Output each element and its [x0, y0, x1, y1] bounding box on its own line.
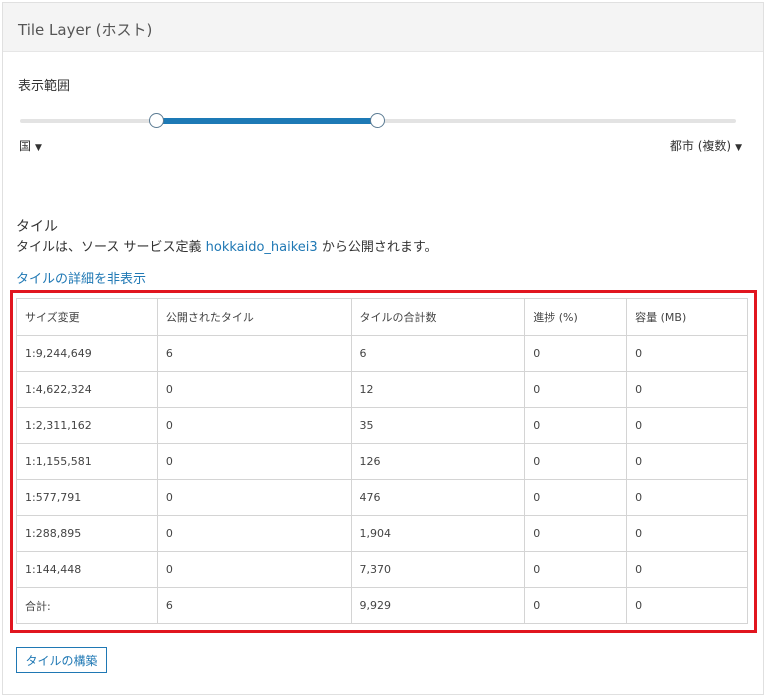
cell-progress: 0 [524, 515, 628, 552]
max-scale-dropdown[interactable]: 都市 (複数) ▼ [670, 137, 742, 154]
cell-scale: 1:2,311,162 [16, 407, 158, 444]
service-definition-link[interactable]: hokkaido_haikei3 [206, 240, 318, 255]
cell-size: 0 [626, 443, 748, 480]
cell-scale: 合計: [16, 587, 158, 624]
table-row: 1:4,622,324 0 12 0 0 [16, 371, 748, 408]
cell-total: 7,370 [350, 551, 526, 588]
cell-scale: 1:9,244,649 [16, 335, 158, 372]
min-scale-label: 国 [19, 139, 32, 153]
panel-title: Tile Layer (ホスト) [18, 21, 153, 39]
cell-total: 1,904 [350, 515, 526, 552]
column-header-scale: サイズ変更 [16, 298, 158, 336]
table-total-row: 合計: 6 9,929 0 0 [16, 587, 748, 624]
tiles-description-prefix: タイルは、ソース サービス定義 [16, 240, 206, 255]
cell-progress: 0 [524, 479, 628, 516]
cell-scale: 1:144,448 [16, 551, 158, 588]
cell-size: 0 [626, 515, 748, 552]
cell-total: 126 [350, 443, 526, 480]
cell-size: 0 [626, 587, 748, 624]
cell-size: 0 [626, 371, 748, 408]
slider-max-handle[interactable] [370, 113, 385, 128]
cell-total: 9,929 [350, 587, 526, 624]
table-header-row: サイズ変更 公開されたタイル タイルの合計数 進捗 (%) 容量 (MB) [16, 298, 748, 336]
caret-down-icon: ▼ [735, 143, 742, 153]
cell-progress: 0 [524, 371, 628, 408]
max-scale-label: 都市 (複数) [669, 139, 732, 153]
cell-published: 0 [156, 515, 352, 552]
cell-total: 35 [350, 407, 526, 444]
visible-range-label: 表示範囲 [18, 79, 71, 94]
cell-progress: 0 [524, 443, 628, 480]
cell-size: 0 [626, 551, 748, 588]
table-row: 1:9,244,649 6 6 0 0 [16, 335, 748, 372]
cell-total: 12 [350, 371, 526, 408]
hide-tile-details-link[interactable]: タイルの詳細を非表示 [16, 268, 146, 287]
tiles-heading: タイル [16, 219, 58, 235]
tiles-description: タイルは、ソース サービス定義 hokkaido_haikei3 から公開されま… [16, 236, 438, 255]
tiles-description-suffix: から公開されます。 [317, 240, 438, 255]
cell-size: 0 [626, 335, 748, 372]
cell-scale: 1:4,622,324 [16, 371, 158, 408]
min-scale-dropdown[interactable]: 国 ▼ [19, 137, 42, 154]
tile-scale-table: サイズ変更 公開されたタイル タイルの合計数 進捗 (%) 容量 (MB) 1:… [16, 298, 748, 624]
table-row: 1:288,895 0 1,904 0 0 [16, 515, 748, 552]
table-row: 1:2,311,162 0 35 0 0 [16, 407, 748, 444]
cell-size: 0 [626, 479, 748, 516]
column-header-progress: 進捗 (%) [524, 298, 628, 336]
column-header-size: 容量 (MB) [626, 298, 748, 336]
table-row: 1:577,791 0 476 0 0 [16, 479, 748, 516]
cell-size: 0 [626, 407, 748, 444]
cell-total: 476 [350, 479, 526, 516]
cell-progress: 0 [524, 551, 628, 588]
cell-published: 0 [156, 371, 352, 408]
table-row: 1:1,155,581 0 126 0 0 [16, 443, 748, 480]
cell-published: 0 [156, 551, 352, 588]
cell-scale: 1:577,791 [16, 479, 158, 516]
cell-scale: 1:1,155,581 [16, 443, 158, 480]
cell-published: 0 [156, 443, 352, 480]
table-row: 1:144,448 0 7,370 0 0 [16, 551, 748, 588]
cell-progress: 0 [524, 587, 628, 624]
cell-published: 0 [156, 407, 352, 444]
cell-progress: 0 [524, 335, 628, 372]
slider-min-handle[interactable] [149, 113, 164, 128]
panel-header: Tile Layer (ホスト) [3, 3, 763, 52]
build-tiles-button[interactable]: タイルの構築 [16, 647, 107, 673]
cell-published: 6 [156, 587, 352, 624]
cell-progress: 0 [524, 407, 628, 444]
cell-published: 0 [156, 479, 352, 516]
cell-published: 6 [156, 335, 352, 372]
cell-scale: 1:288,895 [16, 515, 158, 552]
cell-total: 6 [350, 335, 526, 372]
caret-down-icon: ▼ [35, 143, 42, 153]
column-header-published-tiles: 公開されたタイル [156, 298, 352, 336]
column-header-total-tiles: タイルの合計数 [350, 298, 526, 336]
scale-range-slider-fill [157, 118, 377, 124]
